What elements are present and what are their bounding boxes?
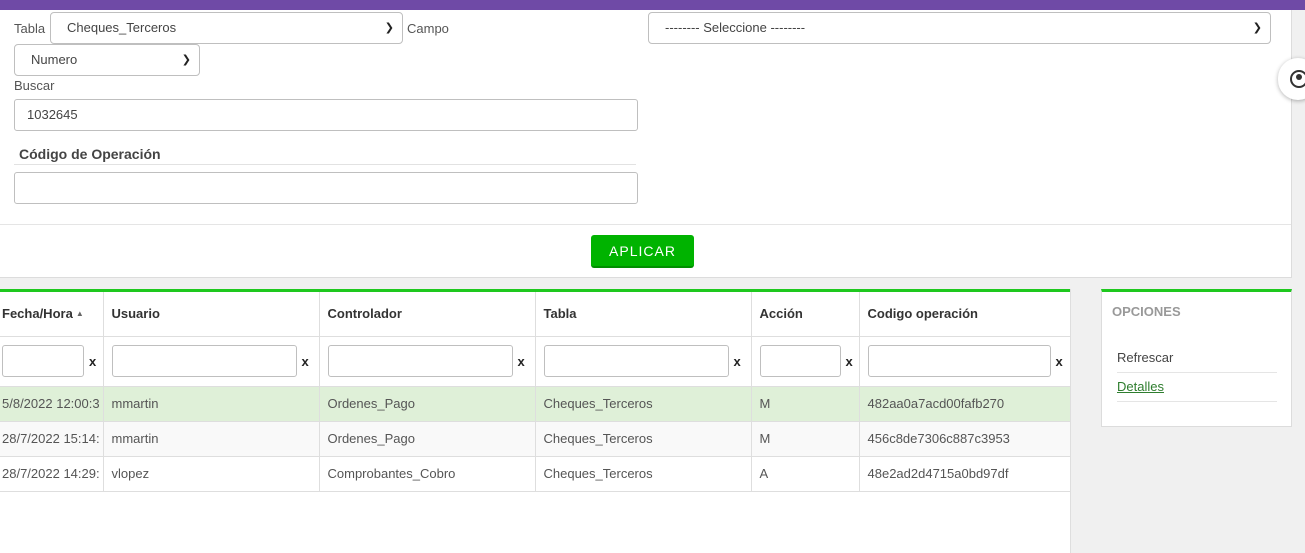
tabla-select-value: Cheques_Terceros: [67, 20, 177, 35]
filter-input-codigo[interactable]: [867, 345, 1051, 377]
refresh-label: Refrescar: [1117, 350, 1174, 365]
chevron-down-icon: ❯: [384, 22, 394, 34]
header-row: Fecha/Hora ▲︎ Usuario Controlador Tabla A…: [0, 292, 1071, 337]
chevron-down-icon: ❯: [1252, 22, 1262, 34]
codigo-operacion-title: Código de Operación: [19, 146, 161, 162]
cell-controlador: Ordenes_Pago: [319, 386, 536, 422]
cell-usuario: vlopez: [103, 456, 320, 492]
clear-filter-icon[interactable]: x: [734, 354, 741, 369]
cell-controlador: Comprobantes_Cobro: [319, 456, 536, 492]
campo-select[interactable]: -------- Seleccione -------- ❯: [648, 12, 1271, 44]
sort-desc-icon[interactable]: ▲︎: [76, 309, 84, 318]
cell-tabla: Cheques_Terceros: [535, 456, 752, 492]
filter-row: x x x x x x: [0, 336, 1071, 387]
filter-panel: Tabla Cheques_Terceros ❯ Campo -------- …: [0, 10, 1292, 278]
col-header-fecha[interactable]: Fecha/Hora ▲︎: [0, 292, 104, 337]
filter-input-accion[interactable]: [759, 345, 841, 377]
col-header-usuario[interactable]: Usuario: [103, 292, 320, 337]
clear-filter-icon[interactable]: x: [1056, 354, 1063, 369]
col-header-codigo[interactable]: Codigo operación: [859, 292, 1071, 337]
cell-fecha: 28/7/2022 15:14:: [0, 421, 104, 457]
cell-codigo: 482aa0a7acd00fafb270: [859, 386, 1071, 422]
panel-divider: [0, 224, 1291, 225]
grid-border: [1070, 289, 1071, 553]
cell-accion: M: [751, 421, 860, 457]
cell-accion: M: [751, 386, 860, 422]
col-header-controlador[interactable]: Controlador: [319, 292, 536, 337]
clear-filter-icon[interactable]: x: [846, 354, 853, 369]
buscar-label: Buscar: [14, 78, 55, 93]
cell-controlador: Ordenes_Pago: [319, 421, 536, 457]
cell-tabla: Cheques_Terceros: [535, 386, 752, 422]
details-option[interactable]: Detalles: [1117, 379, 1277, 402]
table-row[interactable]: 5/8/2022 12:00:3 mmartin Ordenes_Pago Ch…: [0, 386, 1071, 422]
col-header-tabla[interactable]: Tabla: [535, 292, 752, 337]
campo-select-value: -------- Seleccione --------: [665, 20, 806, 35]
clear-filter-icon[interactable]: x: [302, 354, 309, 369]
codigo-operacion-input[interactable]: [14, 172, 638, 204]
filter-input-controlador[interactable]: [327, 345, 513, 377]
refresh-option[interactable]: Refrescar: [1117, 350, 1277, 373]
chevron-down-icon: ❯: [181, 54, 191, 66]
apply-button[interactable]: APLICAR: [591, 235, 694, 268]
tabla-select[interactable]: Cheques_Terceros ❯: [50, 12, 403, 44]
audit-table: Fecha/Hora ▲︎ Usuario Controlador Tabla A…: [0, 292, 1071, 492]
tabla-label: Tabla: [14, 21, 46, 36]
title-underline: [14, 164, 636, 165]
user-circle-icon: [1290, 70, 1305, 88]
filter-input-usuario[interactable]: [111, 345, 297, 377]
cell-usuario: mmartin: [103, 386, 320, 422]
cell-accion: A: [751, 456, 860, 492]
filter-input-tabla[interactable]: [543, 345, 729, 377]
options-title: OPCIONES: [1112, 304, 1181, 319]
audit-grid: Fecha/Hora ▲︎ Usuario Controlador Tabla A…: [0, 289, 1071, 553]
col-header-accion[interactable]: Acción: [751, 292, 860, 337]
col-label: Fecha/Hora: [2, 306, 73, 322]
numero-select-value: Numero: [31, 52, 78, 67]
cell-tabla: Cheques_Terceros: [535, 421, 752, 457]
clear-filter-icon[interactable]: x: [518, 354, 525, 369]
cell-fecha: 28/7/2022 14:29:: [0, 456, 104, 492]
options-panel: OPCIONES Refrescar Detalles: [1101, 289, 1292, 427]
filter-input-fecha[interactable]: [2, 345, 84, 377]
cell-codigo: 48e2ad2d4715a0bd97df: [859, 456, 1071, 492]
table-row[interactable]: 28/7/2022 14:29: vlopez Comprobantes_Cob…: [0, 456, 1071, 492]
cell-fecha: 5/8/2022 12:00:3: [0, 386, 104, 422]
cell-usuario: mmartin: [103, 421, 320, 457]
campo-label: Campo: [407, 21, 449, 36]
numero-select[interactable]: Numero ❯: [14, 44, 200, 76]
buscar-input[interactable]: 1032645: [14, 99, 638, 131]
cell-codigo: 456c8de7306c887c3953: [859, 421, 1071, 457]
clear-filter-icon[interactable]: x: [89, 354, 96, 369]
table-row[interactable]: 28/7/2022 15:14: mmartin Ordenes_Pago Ch…: [0, 421, 1071, 457]
top-bar: [0, 0, 1305, 10]
details-link[interactable]: Detalles: [1117, 379, 1164, 394]
